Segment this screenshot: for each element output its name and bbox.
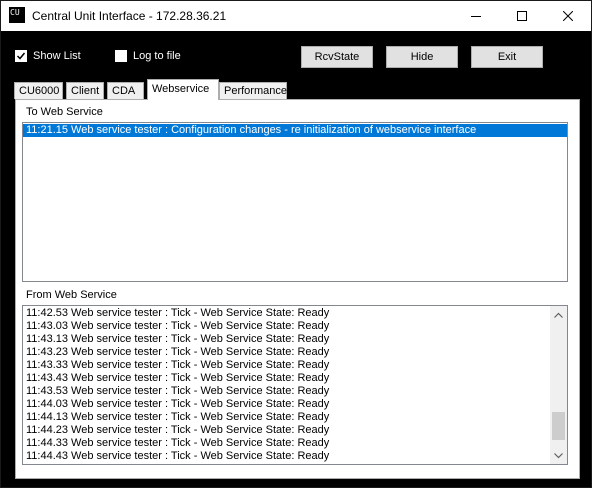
tab-performance[interactable]: Performance [219, 82, 287, 99]
maximize-button[interactable] [499, 1, 545, 31]
log-to-file-checkbox-box[interactable] [115, 50, 127, 62]
scrollbar-thumb[interactable] [552, 412, 565, 440]
close-button[interactable] [545, 1, 591, 31]
scroll-down-button[interactable] [550, 447, 567, 464]
list-item[interactable]: 11:44.43 Web service tester : Tick - Web… [23, 450, 551, 463]
maximize-icon [517, 11, 527, 21]
title-bar[interactable]: CU Central Unit Interface - 172.28.36.21 [1, 1, 591, 31]
chevron-down-icon [554, 452, 563, 458]
show-list-checkbox-box[interactable] [15, 50, 27, 62]
to-web-service-rows: 11:21.15 Web service tester : Configurat… [23, 124, 567, 137]
log-to-file-label: Log to file [133, 50, 181, 62]
window-title: Central Unit Interface - 172.28.36.21 [32, 9, 227, 23]
list-item[interactable]: 11:43.33 Web service tester : Tick - Web… [23, 359, 551, 372]
list-item[interactable]: 11:43.43 Web service tester : Tick - Web… [23, 372, 551, 385]
to-web-service-label: To Web Service [26, 106, 103, 118]
list-item[interactable]: 11:44.03 Web service tester : Tick - Web… [23, 398, 551, 411]
show-list-checkbox[interactable]: Show List [15, 50, 81, 62]
list-item[interactable]: 11:44.33 Web service tester : Tick - Web… [23, 437, 551, 450]
from-web-service-rows: 11:42.53 Web service tester : Tick - Web… [23, 307, 551, 463]
chevron-up-icon [554, 312, 563, 318]
checkmark-icon [16, 52, 26, 60]
app-icon: CU [9, 7, 25, 23]
tab-cda[interactable]: CDA [107, 82, 144, 99]
show-list-label: Show List [33, 50, 81, 62]
list-item[interactable]: 11:44.13 Web service tester : Tick - Web… [23, 411, 551, 424]
hide-button[interactable]: Hide [386, 46, 458, 68]
client-area: Show List Log to file RcvState Hide Exit… [1, 31, 591, 487]
list-item[interactable]: 11:43.23 Web service tester : Tick - Web… [23, 346, 551, 359]
tab-client[interactable]: Client [66, 82, 104, 99]
from-web-service-label: From Web Service [26, 289, 117, 301]
from-web-service-list[interactable]: 11:42.53 Web service tester : Tick - Web… [22, 305, 568, 465]
minimize-icon [471, 16, 481, 17]
close-icon [563, 11, 573, 21]
tab-webservice[interactable]: Webservice [147, 79, 219, 100]
to-web-service-list[interactable]: 11:21.15 Web service tester : Configurat… [22, 122, 568, 282]
list-item[interactable]: 11:44.23 Web service tester : Tick - Web… [23, 424, 551, 437]
minimize-button[interactable] [453, 1, 499, 31]
list-item[interactable]: 11:21.15 Web service tester : Configurat… [23, 124, 567, 137]
tab-cu6000[interactable]: CU6000 [14, 82, 63, 99]
list-item[interactable]: 11:43.03 Web service tester : Tick - Web… [23, 320, 551, 333]
vertical-scrollbar[interactable] [550, 306, 567, 464]
exit-button[interactable]: Exit [471, 46, 543, 68]
log-to-file-checkbox[interactable]: Log to file [115, 50, 181, 62]
list-item[interactable]: 11:42.53 Web service tester : Tick - Web… [23, 307, 551, 320]
webservice-tab-panel: To Web Service 11:21.15 Web service test… [15, 99, 580, 479]
main-window: CU Central Unit Interface - 172.28.36.21… [0, 0, 592, 488]
list-item[interactable]: 11:43.53 Web service tester : Tick - Web… [23, 385, 551, 398]
list-item[interactable]: 11:43.13 Web service tester : Tick - Web… [23, 333, 551, 346]
scroll-up-button[interactable] [550, 306, 567, 323]
rcvstate-button[interactable]: RcvState [301, 46, 373, 68]
